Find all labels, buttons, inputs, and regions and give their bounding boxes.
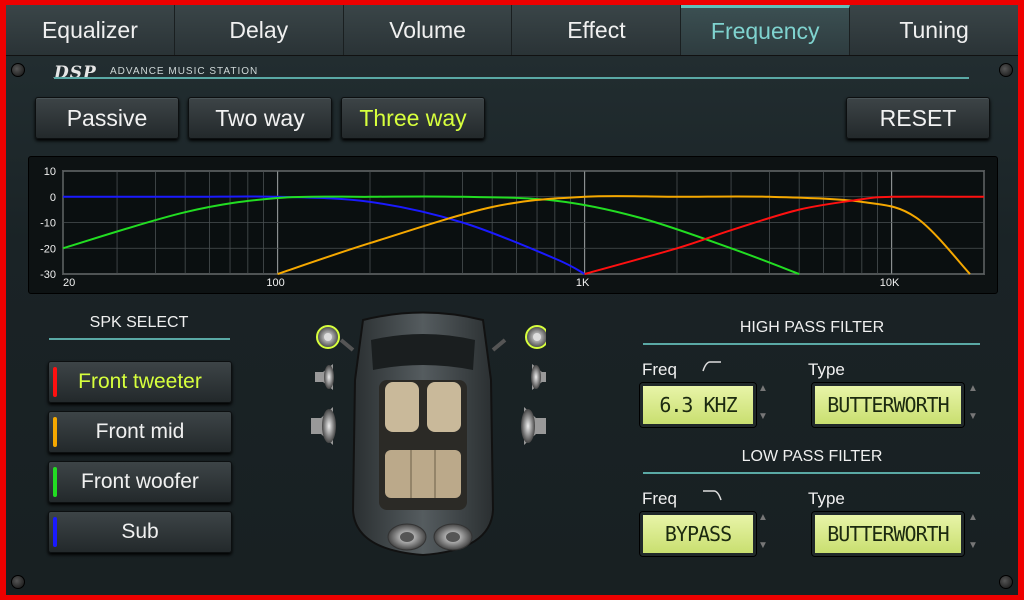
up-arrow-icon[interactable]: ▲ — [758, 383, 768, 395]
screw-icon — [999, 63, 1013, 77]
down-arrow-icon[interactable]: ▼ — [758, 411, 768, 423]
down-arrow-icon[interactable]: ▼ — [968, 540, 978, 552]
speaker-front-left-woofer-icon — [311, 407, 336, 445]
low-pass-title: LOW PASS FILTER — [741, 448, 883, 465]
high-pass-freq-label: Freq — [642, 360, 677, 379]
down-arrow-icon[interactable]: ▼ — [758, 540, 768, 552]
low-pass-freq-label: Freq — [642, 489, 677, 508]
lowpass-slope-icon — [703, 490, 722, 501]
subwoofer-left-icon — [387, 523, 427, 551]
app-window: Equalizer Delay Volume Effect Frequency … — [6, 5, 1018, 595]
tab-frequency[interactable]: Frequency — [681, 5, 851, 55]
car-speaker-layout — [301, 310, 550, 560]
y-tick-label: 0 — [50, 192, 56, 204]
low-pass-divider — [643, 472, 980, 474]
tab-delay[interactable]: Delay — [175, 5, 344, 55]
spk-front-tweeter-button[interactable]: Front tweeter — [48, 361, 232, 403]
subwoofer-right-icon — [433, 523, 473, 551]
down-arrow-icon[interactable]: ▼ — [968, 411, 978, 423]
spk-front-woofer-button[interactable]: Front woofer — [48, 461, 232, 503]
color-indicator — [53, 517, 57, 547]
high-pass-title: HIGH PASS FILTER — [739, 319, 885, 336]
header-divider — [54, 77, 969, 79]
y-tick-label: -10 — [40, 218, 56, 230]
tab-volume[interactable]: Volume — [344, 5, 513, 55]
color-indicator — [53, 417, 57, 447]
spk-sub-button[interactable]: Sub — [48, 511, 232, 553]
y-tick-label: 10 — [44, 166, 56, 178]
spk-label: Front tweeter — [78, 370, 202, 393]
screw-icon — [999, 575, 1013, 589]
two-way-button[interactable]: Two way — [188, 97, 332, 139]
reset-button[interactable]: RESET — [846, 97, 990, 139]
spk-label: Front mid — [95, 420, 185, 443]
high-pass-type-display: BUTTERWORTH — [812, 383, 964, 427]
spk-select-title: SPK SELECT — [89, 314, 189, 331]
speaker-front-right-mid-icon — [531, 364, 550, 390]
x-tick-label: 10K — [880, 277, 900, 289]
high-pass-type-label: Type — [808, 360, 845, 379]
screw-icon — [11, 575, 25, 589]
highpass-slope-icon — [702, 361, 721, 372]
up-arrow-icon[interactable]: ▲ — [758, 512, 768, 524]
car-body-icon — [339, 311, 507, 557]
color-indicator — [53, 367, 57, 397]
y-tick-label: -20 — [40, 243, 56, 255]
speaker-front-left-tweeter-icon — [316, 325, 340, 349]
spk-front-mid-button[interactable]: Front mid — [48, 411, 232, 453]
color-indicator — [53, 467, 57, 497]
screw-icon — [11, 63, 25, 77]
frequency-response-graph[interactable]: 10 0 -10 -20 -30 20 100 1K 10K — [28, 156, 998, 294]
x-tick-label: 20 — [63, 277, 75, 289]
passive-button[interactable]: Passive — [35, 97, 179, 139]
low-pass-type-stepper[interactable]: ▲ ▼ — [966, 512, 980, 552]
tab-effect[interactable]: Effect — [512, 5, 682, 55]
spk-label: Sub — [121, 520, 159, 543]
dsp-logo: DSP — [54, 63, 97, 83]
high-pass-divider — [643, 343, 980, 345]
up-arrow-icon[interactable]: ▲ — [968, 512, 978, 524]
graph-svg: 100-10-20-3020 100 1K 10K — [40, 166, 985, 289]
high-pass-type-stepper[interactable]: ▲ ▼ — [966, 383, 980, 423]
x-tick-label: 100 — [266, 277, 284, 289]
x-tick-label: 1K — [576, 277, 590, 289]
tab-bar: Equalizer Delay Volume Effect Frequency … — [6, 5, 1018, 56]
speaker-front-right-tweeter-icon — [525, 325, 549, 349]
three-way-button[interactable]: Three way — [341, 97, 485, 139]
low-pass-freq-stepper[interactable]: ▲ ▼ — [756, 512, 770, 552]
tab-equalizer[interactable]: Equalizer — [6, 5, 175, 55]
low-pass-type-label: Type — [808, 489, 845, 508]
up-arrow-icon[interactable]: ▲ — [968, 383, 978, 395]
low-pass-type-display: BUTTERWORTH — [812, 512, 964, 556]
speaker-front-left-mid-icon — [315, 364, 334, 390]
dsp-subtitle: ADVANCE MUSIC STATION — [110, 66, 259, 77]
tab-tuning[interactable]: Tuning — [850, 5, 1018, 55]
low-pass-freq-display: BYPASS — [640, 512, 756, 556]
high-pass-freq-stepper[interactable]: ▲ ▼ — [756, 383, 770, 423]
speaker-front-right-woofer-icon — [521, 407, 546, 445]
spk-select-divider — [49, 338, 230, 340]
spk-label: Front woofer — [81, 470, 199, 493]
y-tick-label: -30 — [40, 269, 56, 281]
high-pass-freq-display: 6.3 KHZ — [640, 383, 756, 427]
